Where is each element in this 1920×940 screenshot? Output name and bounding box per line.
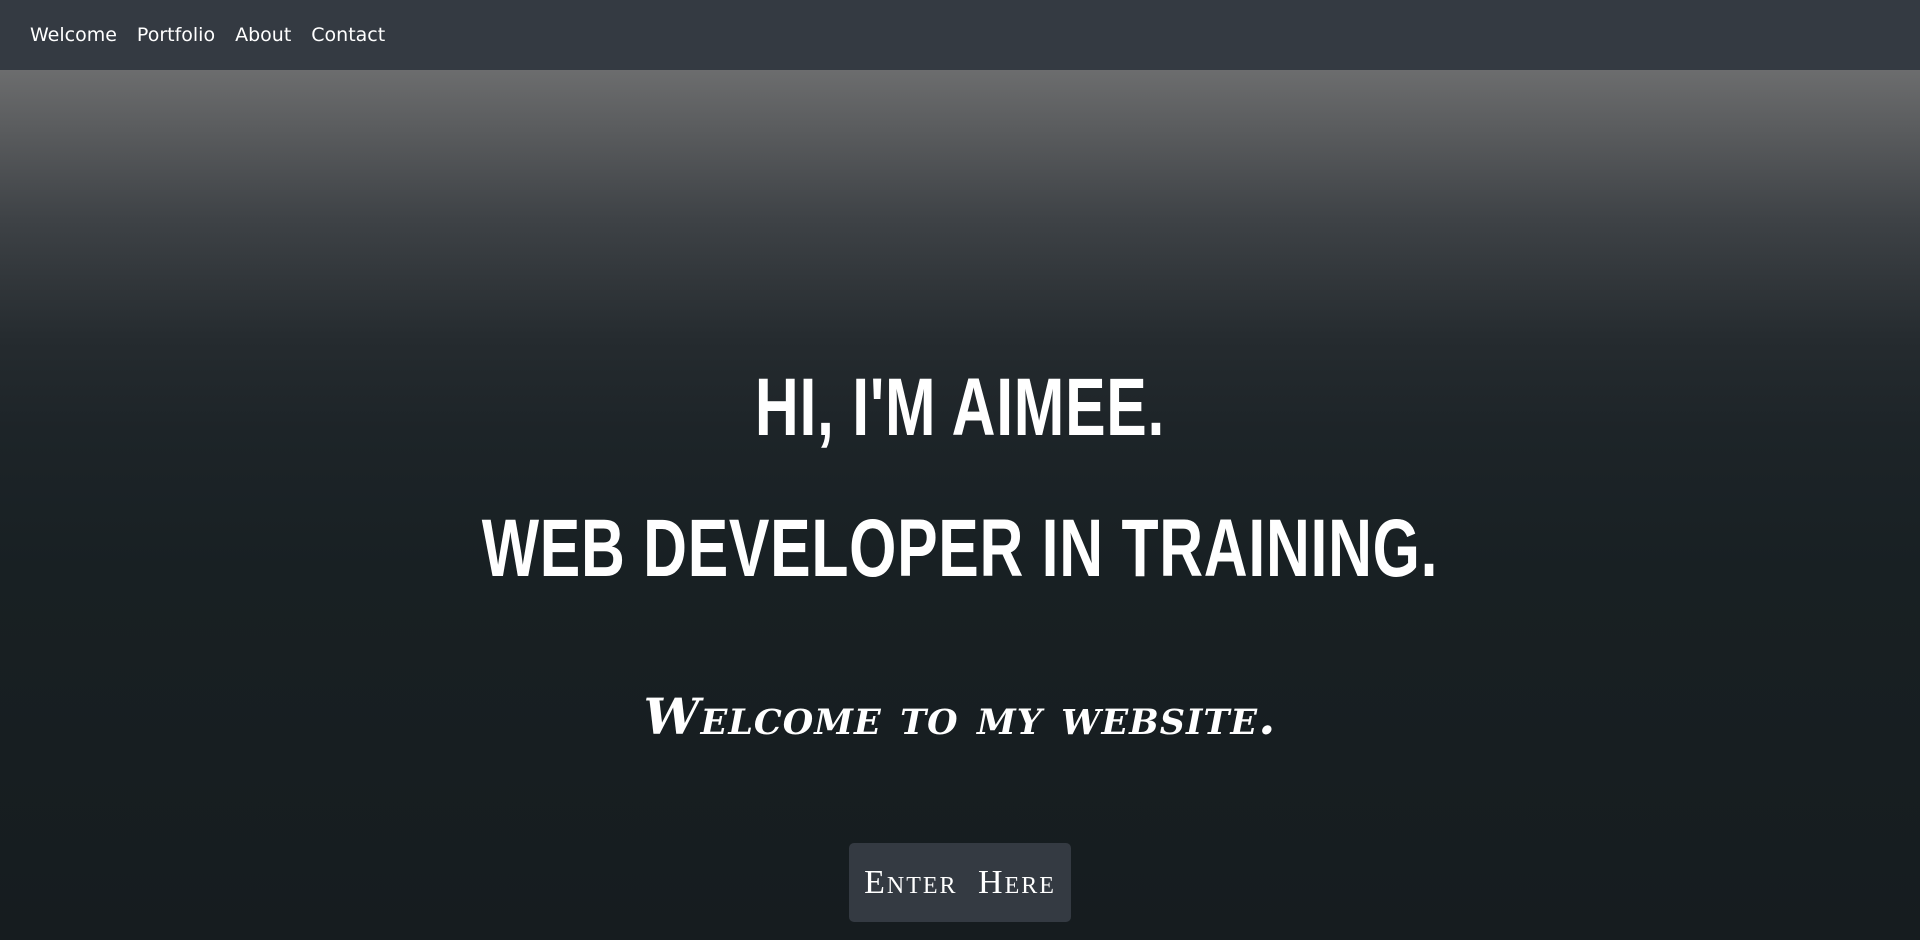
hero-headline-greeting: HI, I'M AIMEE.	[754, 362, 1166, 453]
nav-link-about[interactable]: About	[225, 24, 301, 46]
nav-link-portfolio[interactable]: Portfolio	[127, 24, 225, 46]
top-navbar: Welcome Portfolio About Contact	[0, 0, 1920, 70]
nav-link-welcome[interactable]: Welcome	[20, 24, 127, 46]
hero-tagline: Welcome to my website.	[643, 687, 1277, 746]
enter-here-button[interactable]: Enter Here	[849, 843, 1071, 922]
hero-headline-role: WEB DEVELOPER IN TRAINING.	[481, 503, 1439, 594]
nav-link-contact[interactable]: Contact	[301, 24, 395, 46]
